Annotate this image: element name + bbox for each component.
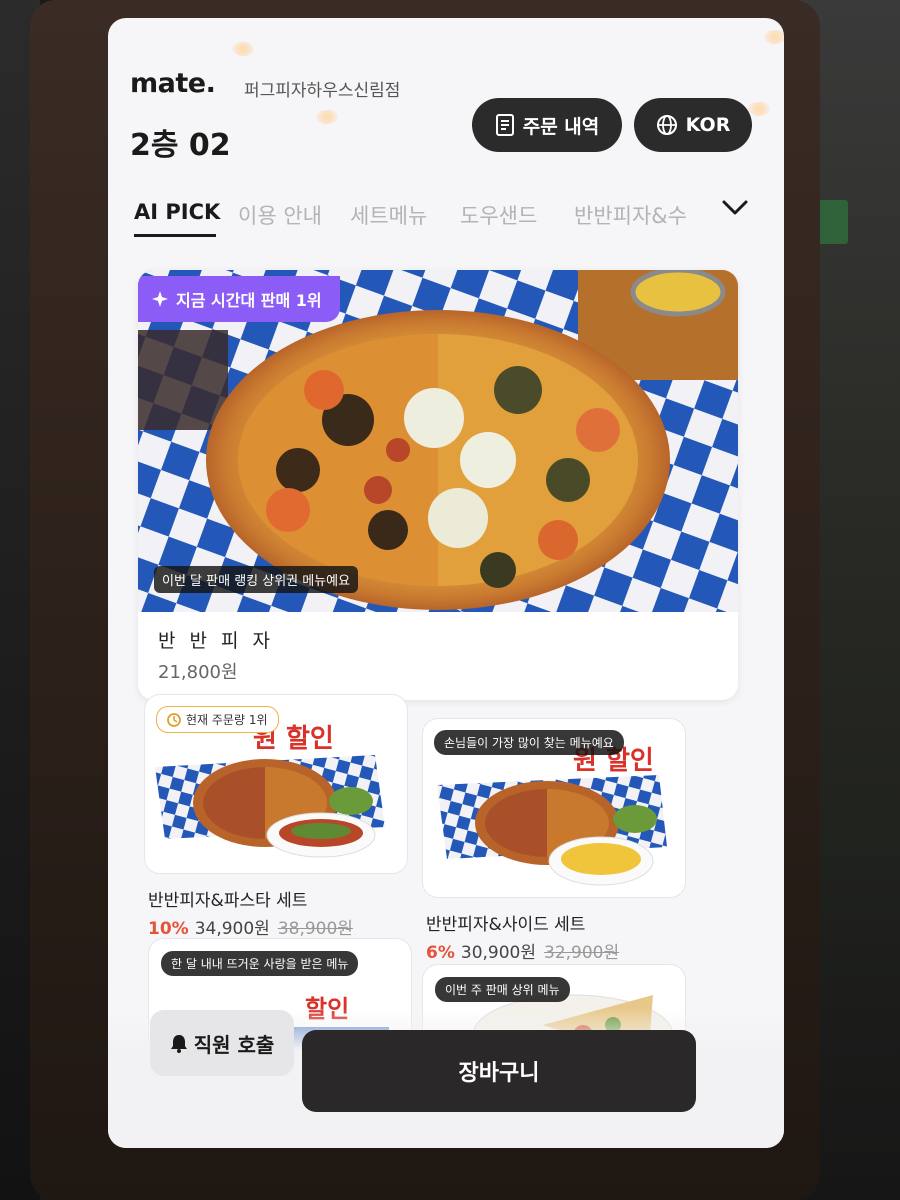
- order-history-button[interactable]: 주문 내역: [472, 98, 622, 152]
- trophy-icon: [167, 712, 181, 727]
- discount-rate: 6%: [426, 943, 455, 963]
- light-reflection: [764, 30, 784, 44]
- menu-card-tag: 손님들이 가장 많이 찾는 메뉴예요: [434, 730, 624, 755]
- light-reflection: [748, 102, 770, 116]
- menu-card-tag: 현재 주문량 1위: [156, 706, 279, 733]
- menu-card-name: 반반피자&사이드 세트: [426, 915, 586, 935]
- cart-label: 장바구니: [458, 1061, 540, 1086]
- language-label: KOR: [685, 114, 731, 136]
- menu-card-prices: 6% 30,900원 32,900원: [426, 938, 619, 963]
- sale-price: 30,900원: [460, 943, 536, 963]
- sparkle-icon: [152, 291, 168, 307]
- discount-rate: 10%: [148, 919, 189, 939]
- order-history-label: 주문 내역: [522, 115, 600, 138]
- globe-icon: [656, 115, 677, 135]
- featured-badge-label: 지금 시간대 판매 1위: [176, 291, 322, 310]
- featured-menu-card[interactable]: 지금 시간대 판매 1위 이번 달 판매 랭킹 상위권 메뉴예요 반 반 피 자…: [138, 270, 738, 700]
- tab-set-menu[interactable]: 세트메뉴: [350, 200, 427, 230]
- menu-card-side-set[interactable]: 원 할인 손님들이 가장 많이 찾는 메뉴예요 반반피자&사이드 세트 6% 30…: [422, 718, 686, 983]
- tab-dough-sand[interactable]: 도우샌드: [460, 200, 537, 230]
- kiosk-bezel: mate. 퍼그피자하우스신림점 2층 02 주문 내역 KOR AI PICK…: [30, 0, 820, 1200]
- receipt-icon: [495, 114, 514, 136]
- light-reflection: [316, 110, 338, 124]
- menu-card-prices: 10% 34,900원 38,900원: [148, 914, 353, 939]
- table-number: 2층 02: [130, 128, 231, 163]
- kiosk-screen: mate. 퍼그피자하우스신림점 2층 02 주문 내역 KOR AI PICK…: [108, 18, 784, 1148]
- store-name: 퍼그피자하우스신림점: [244, 81, 401, 101]
- tab-half-pizza[interactable]: 반반피자&수: [574, 200, 687, 230]
- menu-card-name: 반반피자&파스타 세트: [148, 891, 308, 911]
- chevron-down-icon[interactable]: [720, 196, 750, 220]
- cart-button[interactable]: 장바구니: [302, 1030, 696, 1112]
- language-button[interactable]: KOR: [634, 98, 752, 152]
- menu-card-tag: 한 달 내내 뜨거운 사랑을 받은 메뉴: [161, 951, 359, 976]
- light-reflection: [232, 42, 254, 56]
- original-price: 32,900원: [544, 943, 620, 963]
- tab-usage-guide[interactable]: 이용 안내: [238, 200, 322, 230]
- menu-card-pasta-set[interactable]: 원 할인 현재 주문량 1위 반반피자&파스타 세트 10% 34,900원 3…: [144, 694, 408, 959]
- bell-icon: [170, 1035, 187, 1053]
- brand-logo: mate.: [130, 68, 216, 99]
- featured-badge: 지금 시간대 판매 1위: [138, 276, 340, 322]
- featured-price: 21,800원: [158, 662, 238, 683]
- featured-name: 반 반 피 자: [158, 630, 275, 652]
- featured-caption: 이번 달 판매 랭킹 상위권 메뉴예요: [154, 566, 359, 593]
- original-price: 38,900원: [277, 919, 353, 939]
- menu-card-tag-label: 현재 주문량 1위: [186, 713, 268, 727]
- menu-card-tag: 이번 주 판매 상위 메뉴: [435, 977, 570, 1002]
- active-tab-indicator: [134, 234, 216, 237]
- tab-ai-pick[interactable]: AI PICK: [134, 200, 220, 224]
- staff-call-button[interactable]: 직원 호출: [150, 1010, 294, 1076]
- sale-price: 34,900원: [194, 919, 270, 939]
- staff-call-label: 직원 호출: [193, 1032, 275, 1057]
